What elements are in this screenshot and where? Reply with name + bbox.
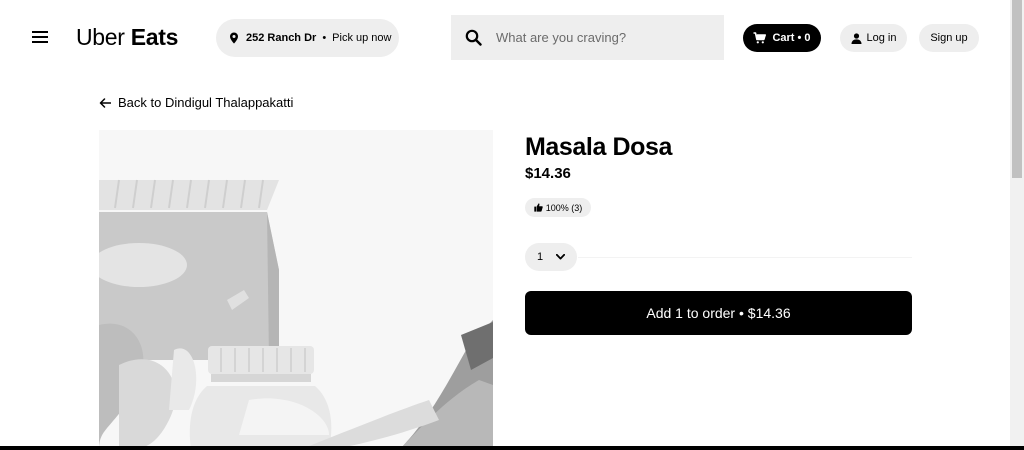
add-to-order-label: Add 1 to order • $14.36 xyxy=(646,305,791,321)
location-separator: • xyxy=(322,32,327,44)
arrow-left-icon xyxy=(99,97,111,108)
login-label: Log in xyxy=(866,32,897,44)
signup-button[interactable]: Sign up xyxy=(919,24,979,52)
login-button[interactable]: Log in xyxy=(840,24,907,52)
logo-uber-text: Uber xyxy=(76,24,125,50)
item-price: $14.36 xyxy=(525,165,571,182)
uber-eats-logo[interactable]: Uber Eats xyxy=(76,24,178,51)
top-header: Uber Eats 252 Ranch Dr • Pick up now Car… xyxy=(0,0,1010,76)
bottom-border xyxy=(0,446,1024,450)
user-icon xyxy=(851,32,861,44)
cart-label: Cart • 0 xyxy=(772,32,811,44)
item-placeholder-image xyxy=(99,130,493,450)
search-icon xyxy=(465,29,482,46)
quantity-select[interactable]: 1 xyxy=(525,243,577,271)
back-to-store-link[interactable]: Back to Dindigul Thalappakatti xyxy=(99,95,293,110)
add-to-order-button[interactable]: Add 1 to order • $14.36 xyxy=(525,291,912,335)
quantity-divider xyxy=(578,257,912,258)
rating-badge: 100% (3) xyxy=(525,198,591,217)
search-input[interactable] xyxy=(496,30,696,45)
logo-eats-text: Eats xyxy=(130,24,179,50)
location-address: 252 Ranch Dr xyxy=(246,32,317,44)
chevron-down-icon xyxy=(556,254,565,260)
delivery-mode-label: Pick up now xyxy=(332,32,392,44)
cart-button[interactable]: Cart • 0 xyxy=(743,24,821,52)
signup-label: Sign up xyxy=(930,32,968,44)
location-selector-button[interactable]: 252 Ranch Dr • Pick up now xyxy=(216,19,399,57)
rating-text: 100% (3) xyxy=(545,202,583,213)
item-title: Masala Dosa xyxy=(525,133,673,161)
cart-icon xyxy=(753,32,767,44)
thumbs-up-icon xyxy=(534,203,543,212)
search-bar[interactable] xyxy=(451,15,724,60)
hamburger-menu-icon[interactable] xyxy=(32,30,48,44)
placeholder-illustration xyxy=(99,130,493,450)
page-scrollbar-thumb[interactable] xyxy=(1012,0,1022,178)
back-link-label: Back to Dindigul Thalappakatti xyxy=(118,95,294,110)
quantity-value: 1 xyxy=(537,251,544,263)
location-pin-icon xyxy=(230,32,238,44)
